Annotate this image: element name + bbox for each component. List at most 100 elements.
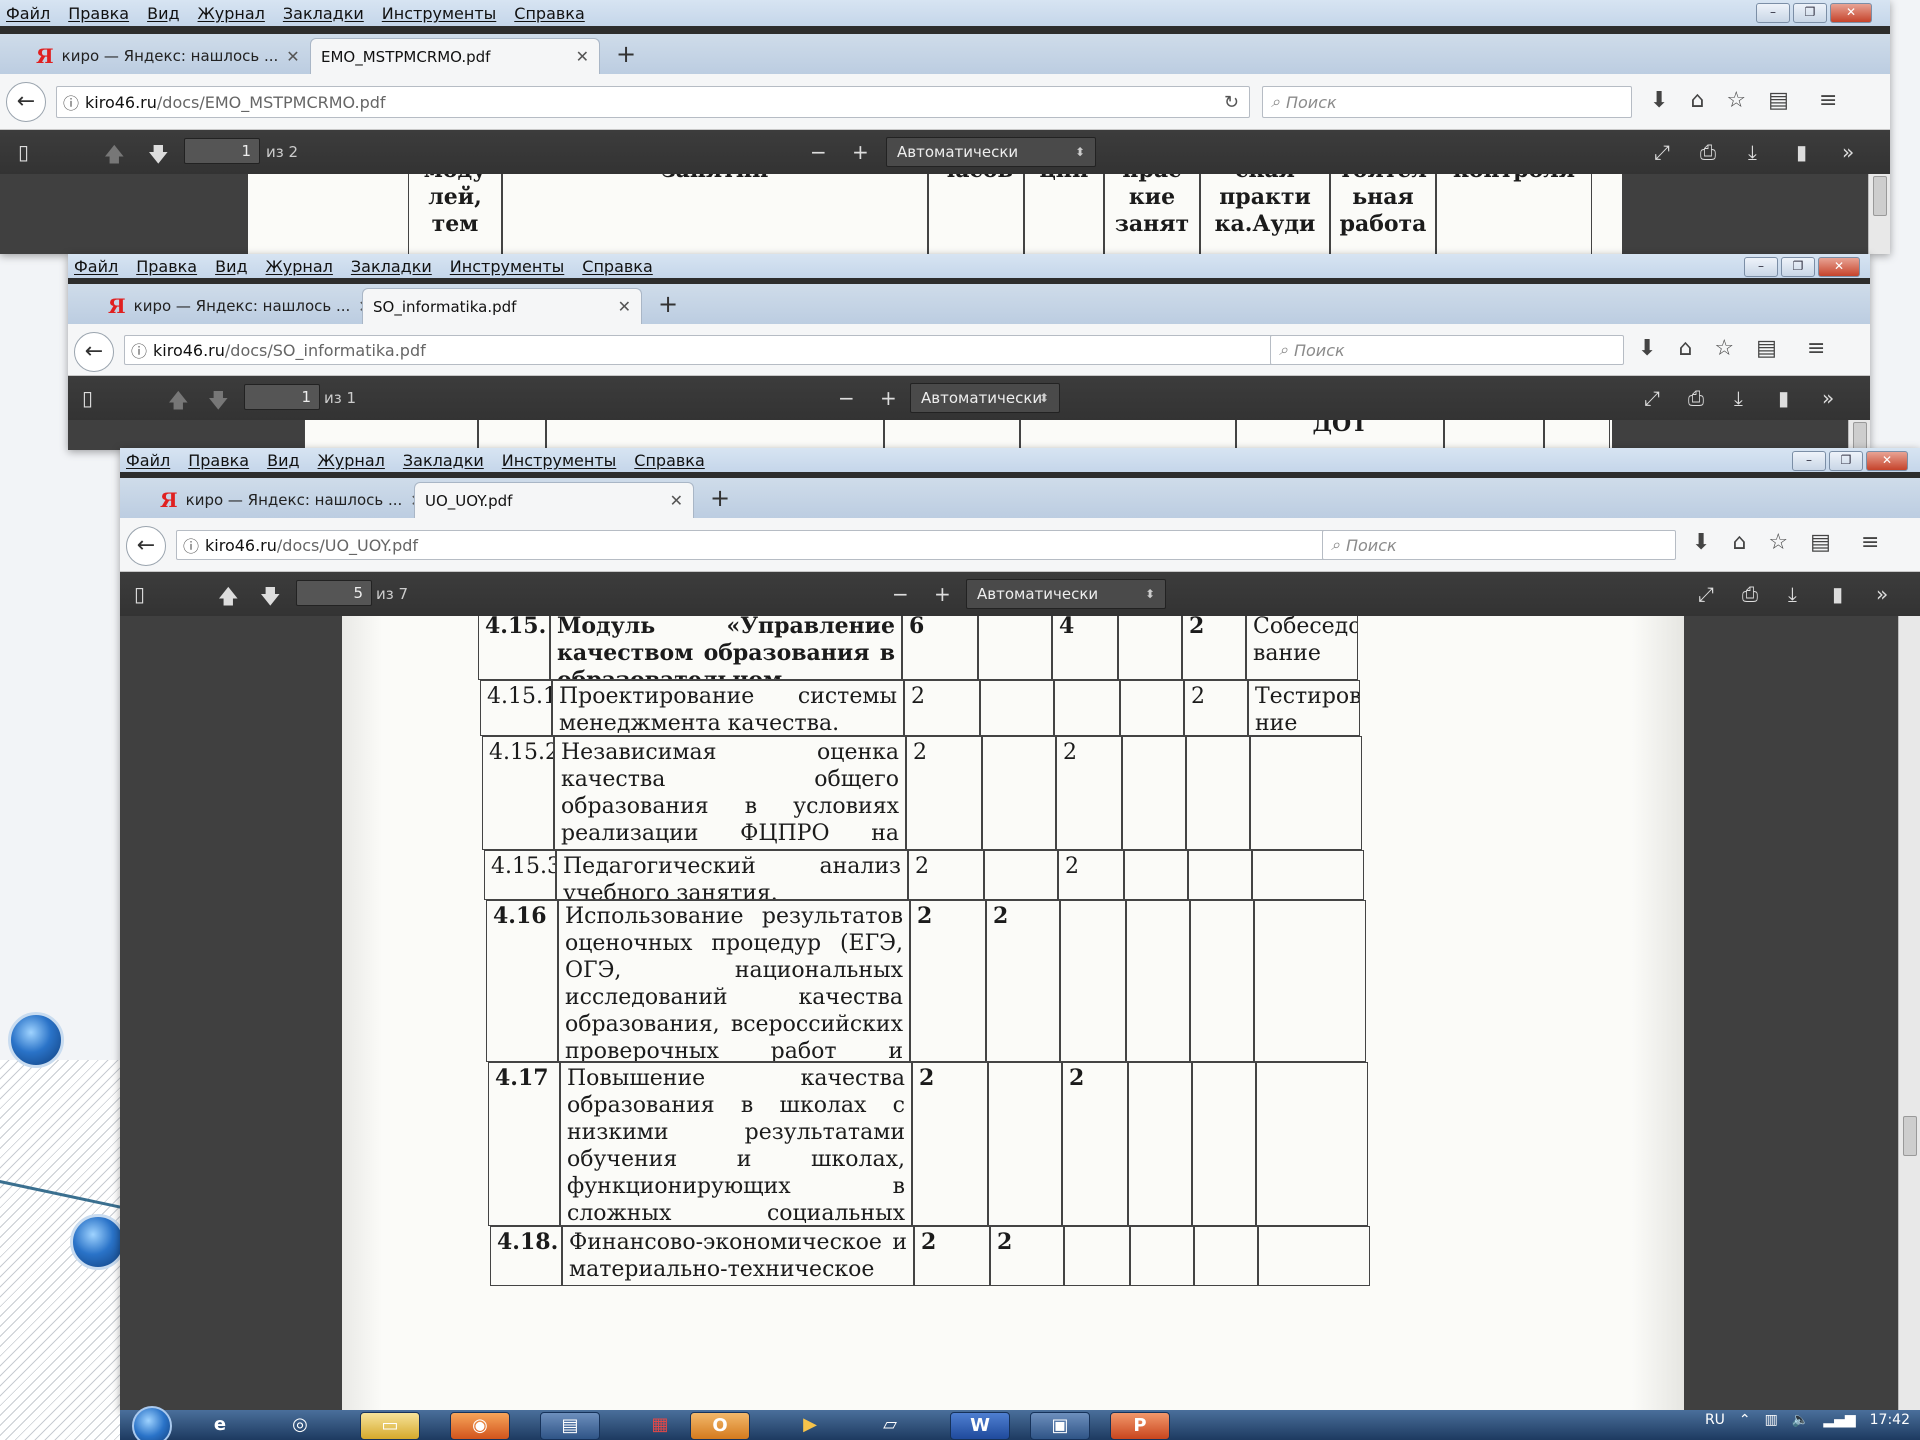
search-input[interactable]: ⌕ Поиск (1262, 86, 1632, 118)
page-number-input[interactable]: 1 (244, 384, 320, 410)
powerpoint-icon[interactable]: P (1110, 1412, 1170, 1440)
bookmark-star-icon[interactable]: ☆ (1768, 530, 1788, 555)
fullscreen-icon[interactable]: ⤢ (1654, 140, 1670, 164)
zoom-out-icon[interactable]: − (838, 386, 855, 410)
scrollbar[interactable] (1898, 616, 1920, 1410)
start-orb-icon-2[interactable] (70, 1214, 126, 1270)
zoom-out-icon[interactable]: − (892, 582, 909, 606)
tab-active-pdf[interactable]: SO_informatika.pdf ✕ (362, 288, 642, 324)
menu-edit[interactable]: Правка (68, 4, 129, 23)
scrollbar-thumb[interactable] (1903, 1116, 1917, 1156)
tools-chevron-icon[interactable]: » (1842, 140, 1854, 164)
menu-bookmarks[interactable]: Закладки (283, 4, 364, 23)
tab-yandex[interactable]: Я киро — Яндекс: нашлось ... ✕ (26, 38, 310, 74)
tools-chevron-icon[interactable]: » (1876, 582, 1888, 606)
menu-help[interactable]: Справка (514, 4, 585, 23)
reading-list-icon[interactable]: ▤ (1768, 88, 1789, 113)
new-tab-button[interactable]: + (658, 290, 678, 318)
download-icon[interactable]: ⬇ (1692, 530, 1710, 555)
menu-file[interactable]: Файл (126, 451, 170, 470)
menu-file[interactable]: Файл (74, 257, 118, 276)
menu-bookmarks[interactable]: Закладки (403, 451, 484, 470)
prev-page-icon[interactable]: 🡅 (104, 140, 125, 174)
close-button[interactable]: ✕ (1866, 451, 1908, 471)
search-input[interactable]: ⌕ Поиск (1270, 335, 1624, 365)
firefox-icon[interactable]: ◉ (450, 1412, 510, 1440)
zoom-in-icon[interactable]: + (880, 386, 897, 410)
ie-icon[interactable]: e (190, 1412, 250, 1440)
menu-help[interactable]: Справка (634, 451, 705, 470)
home-icon[interactable]: ⌂ (1678, 336, 1692, 361)
save-icon[interactable]: ⤓ (1748, 140, 1757, 164)
info-icon[interactable]: ⓘ (125, 338, 153, 362)
tab-close-icon[interactable]: ✕ (286, 47, 299, 66)
menu-tools[interactable]: Инструменты (450, 257, 565, 276)
print-icon[interactable]: ⎙ (1700, 140, 1716, 164)
pdf-reader-icon[interactable]: ▦ (630, 1412, 690, 1440)
page-number-input[interactable]: 5 (296, 580, 372, 606)
hamburger-menu-icon[interactable]: ≡ (1861, 530, 1879, 555)
home-icon[interactable]: ⌂ (1732, 530, 1746, 555)
reload-icon[interactable]: ↻ (1224, 92, 1239, 113)
zoom-out-icon[interactable]: − (810, 140, 827, 164)
tab-close-icon[interactable]: ✕ (670, 491, 683, 510)
next-page-icon[interactable]: 🡇 (148, 140, 169, 174)
menu-edit[interactable]: Правка (188, 451, 249, 470)
scrollbar-thumb[interactable] (1853, 422, 1867, 450)
outlook-icon[interactable]: O (690, 1412, 750, 1440)
menu-history[interactable]: Журнал (318, 451, 385, 470)
menu-file[interactable]: Файл (6, 4, 50, 23)
reading-list-icon[interactable]: ▤ (1810, 530, 1831, 555)
minimize-button[interactable]: – (1756, 3, 1790, 23)
download-icon[interactable]: ⬇ (1638, 336, 1656, 361)
scrollbar[interactable] (1848, 420, 1870, 450)
menu-tools[interactable]: Инструменты (382, 4, 497, 23)
tab-active-pdf[interactable]: UO_UOY.pdf ✕ (414, 482, 694, 518)
url-bar[interactable]: ⓘ kiro46.ru/docs/SO_informatika.pdf ↻ (124, 335, 1314, 365)
volume-icon[interactable]: 🔈 (1792, 1412, 1809, 1428)
menu-history[interactable]: Журнал (266, 257, 333, 276)
notes-icon[interactable]: ▱ (860, 1412, 920, 1440)
tab-close-icon[interactable]: ✕ (618, 297, 631, 316)
info-icon[interactable]: ⓘ (177, 533, 205, 557)
close-button[interactable]: ✕ (1818, 257, 1860, 277)
tools-chevron-icon[interactable]: » (1822, 386, 1834, 410)
info-icon[interactable]: ⓘ (57, 90, 85, 114)
explorer-folder-icon[interactable]: ▭ (360, 1412, 420, 1440)
home-icon[interactable]: ⌂ (1690, 88, 1704, 113)
bookmark-icon[interactable]: ▮ (1796, 140, 1807, 164)
menu-bookmarks[interactable]: Закладки (351, 257, 432, 276)
scrollbar[interactable] (1868, 174, 1890, 254)
search-input[interactable]: ⌕ Поиск (1322, 530, 1676, 560)
app-window-icon[interactable]: ▤ (540, 1412, 600, 1440)
minimize-button[interactable]: – (1792, 451, 1826, 471)
word-icon[interactable]: W (950, 1412, 1010, 1440)
picture-viewer-icon[interactable]: ▣ (1030, 1412, 1090, 1440)
bookmark-star-icon[interactable]: ☆ (1726, 88, 1746, 113)
minimize-button[interactable]: – (1744, 257, 1778, 277)
new-tab-button[interactable]: + (710, 484, 730, 512)
tab-close-icon[interactable]: ✕ (576, 47, 589, 66)
url-bar[interactable]: ⓘ kiro46.ru/docs/UO_UOY.pdf ↻ (176, 530, 1366, 560)
back-arrow-icon[interactable]: ← (74, 332, 114, 372)
zoom-select[interactable]: Автоматически ⬍ (966, 579, 1166, 609)
restore-button[interactable]: ❐ (1829, 451, 1863, 471)
bookmark-star-icon[interactable]: ☆ (1714, 336, 1734, 361)
start-button[interactable] (132, 1406, 172, 1440)
menu-view[interactable]: Вид (147, 4, 179, 23)
bookmark-icon[interactable]: ▮ (1778, 386, 1789, 410)
zoom-select[interactable]: Автоматически ⬍ (886, 137, 1096, 167)
zoom-in-icon[interactable]: + (852, 140, 869, 164)
messenger-icon[interactable]: ◎ (270, 1412, 330, 1440)
menu-help[interactable]: Справка (582, 257, 653, 276)
start-orb-icon[interactable] (8, 1012, 64, 1068)
menu-edit[interactable]: Правка (136, 257, 197, 276)
download-icon[interactable]: ⬇ (1650, 88, 1668, 113)
back-arrow-icon[interactable]: ← (126, 526, 166, 566)
prev-page-icon[interactable]: 🡅 (218, 582, 239, 616)
menu-view[interactable]: Вид (267, 451, 299, 470)
save-icon[interactable]: ⤓ (1734, 386, 1743, 410)
menu-view[interactable]: Вид (215, 257, 247, 276)
prev-page-icon[interactable]: 🡅 (168, 386, 189, 420)
network-icon[interactable]: ▥ (1765, 1412, 1778, 1428)
